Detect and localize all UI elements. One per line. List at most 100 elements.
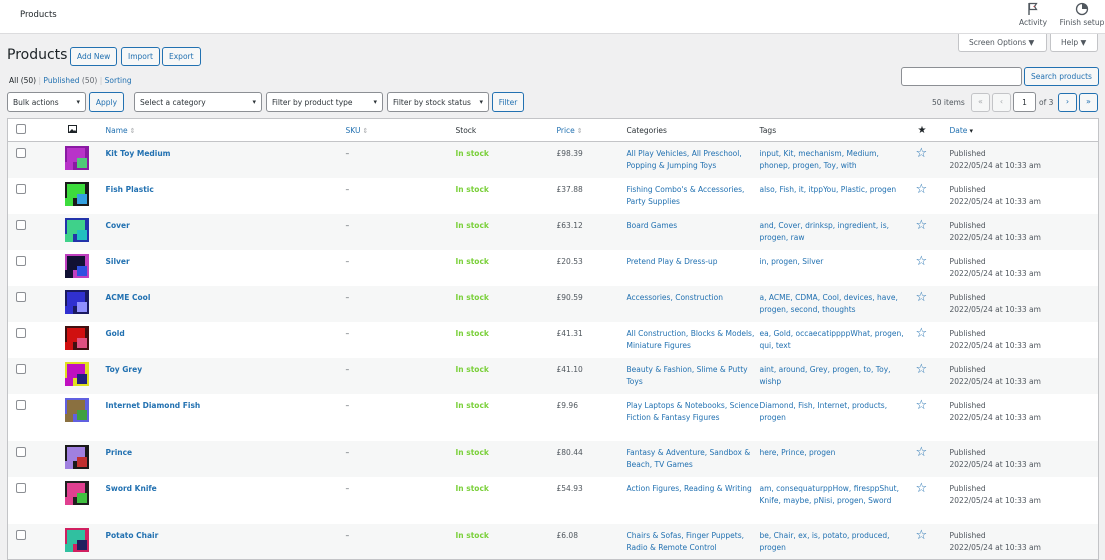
screen-options-button[interactable]: Screen Options ▼ xyxy=(958,34,1047,52)
category-links[interactable]: All Play Vehicles, All Preschool, Poppin… xyxy=(627,149,742,170)
row-checkbox[interactable] xyxy=(16,446,26,457)
row-checkbox[interactable] xyxy=(16,529,26,540)
product-thumbnail[interactable] xyxy=(64,217,89,242)
product-thumbnail[interactable] xyxy=(64,325,89,350)
product-name-link[interactable]: Sword Knife xyxy=(106,484,157,493)
row-checkbox[interactable] xyxy=(16,327,26,338)
star-outline-icon[interactable]: ☆ xyxy=(916,528,928,543)
current-page-input[interactable]: 1 xyxy=(1013,92,1036,112)
star-outline-icon[interactable]: ☆ xyxy=(916,445,928,460)
category-links[interactable]: Fantasy & Adventure, Sandbox & Beach, TV… xyxy=(627,448,751,469)
row-checkbox[interactable] xyxy=(16,219,26,230)
tag-links[interactable]: am, consequaturppHow, firesppShut, Knife… xyxy=(760,484,899,505)
tag-links[interactable]: also, Fish, it, itppYou, Plastic, progen xyxy=(760,185,897,194)
product-thumbnail[interactable] xyxy=(64,146,89,170)
product-name-link[interactable]: Gold xyxy=(106,329,125,338)
view-published[interactable]: Published (50) xyxy=(43,76,97,85)
product-name-link[interactable]: Prince xyxy=(106,448,133,457)
filter-button[interactable]: Filter xyxy=(492,92,524,112)
table-row[interactable]: Prince – In stock £80.44 Fantasy & Adventure… xyxy=(7,440,1099,477)
price-header[interactable]: Price ⇕ xyxy=(556,118,627,142)
product-name-link[interactable]: ACME Cool xyxy=(106,293,151,302)
help-button[interactable]: Help ▼ xyxy=(1050,34,1098,52)
row-checkbox[interactable] xyxy=(16,255,26,266)
product-thumbnail[interactable] xyxy=(64,289,89,314)
last-page-button[interactable]: » xyxy=(1079,93,1098,112)
row-checkbox[interactable] xyxy=(16,363,26,374)
sku-header[interactable]: SKU ⇕ xyxy=(345,118,456,142)
star-outline-icon[interactable]: ☆ xyxy=(916,326,928,341)
star-outline-icon[interactable]: ☆ xyxy=(916,146,928,161)
row-checkbox[interactable] xyxy=(16,183,26,194)
table-row[interactable]: Gold – In stock £41.31 All Construction, Blo… xyxy=(8,322,1099,358)
star-outline-icon[interactable]: ☆ xyxy=(916,362,928,377)
first-page-button[interactable]: « xyxy=(971,93,990,112)
table-row[interactable]: Kit Toy Medium – In stock £98.39 All Play Ve… xyxy=(7,141,1099,178)
tag-links[interactable]: input, Kit, mechanism, Medium, phonep, p… xyxy=(760,149,879,170)
star-outline-icon[interactable]: ☆ xyxy=(916,182,928,197)
product-thumbnail[interactable] xyxy=(64,253,89,278)
category-links[interactable]: All Construction, Blocks & Models, Minia… xyxy=(627,329,755,350)
tag-links[interactable]: here, Prince, progen xyxy=(760,448,836,457)
stock-status-select[interactable]: Filter by stock status ▾ xyxy=(387,92,489,112)
category-links[interactable]: Chairs & Sofas, Finger Puppets, Radio & … xyxy=(627,531,745,552)
product-name-link[interactable]: Potato Chair xyxy=(106,531,159,540)
name-sort-link[interactable]: Name xyxy=(106,126,128,135)
product-thumbnail[interactable] xyxy=(64,397,89,422)
search-input[interactable] xyxy=(901,67,1022,86)
add-new-button[interactable]: Add New xyxy=(70,47,118,66)
star-outline-icon[interactable]: ☆ xyxy=(916,254,928,269)
tag-links[interactable]: aint, around, Grey, progen, to, Toy, wis… xyxy=(760,365,891,386)
view-all[interactable]: All (50) xyxy=(9,76,36,85)
category-select[interactable]: Select a category ▾ xyxy=(134,92,262,112)
row-checkbox[interactable] xyxy=(16,482,26,493)
product-thumbnail[interactable] xyxy=(64,527,89,552)
view-sorting[interactable]: Sorting xyxy=(105,76,132,85)
row-checkbox[interactable] xyxy=(16,399,26,410)
table-row[interactable]: Fish Plastic – In stock £37.88 Fishing Combo… xyxy=(8,178,1099,214)
product-name-link[interactable]: Fish Plastic xyxy=(106,185,154,194)
category-links[interactable]: Board Games xyxy=(627,221,678,230)
category-links[interactable]: Pretend Play & Dress-up xyxy=(627,257,718,266)
apply-button[interactable]: Apply xyxy=(89,92,124,112)
product-thumbnail[interactable] xyxy=(64,361,89,386)
product-type-select[interactable]: Filter by product type ▾ xyxy=(266,92,383,112)
import-button[interactable]: Import xyxy=(121,47,160,66)
activity-button[interactable]: Activity xyxy=(1011,2,1055,27)
product-name-link[interactable]: Toy Grey xyxy=(106,365,143,374)
name-header[interactable]: Name ⇕ xyxy=(105,118,346,142)
table-row[interactable]: Sword Knife – In stock £54.93 Action Figures… xyxy=(8,477,1099,524)
price-sort-link[interactable]: Price xyxy=(557,126,575,135)
category-links[interactable]: Play Laptops & Notebooks, Science Fictio… xyxy=(627,401,759,422)
tag-links[interactable]: be, Chair, ex, is, potato, produced, pro… xyxy=(760,531,890,552)
star-outline-icon[interactable]: ☆ xyxy=(916,481,928,496)
search-products-button[interactable]: Search products xyxy=(1024,67,1099,86)
date-sort-link[interactable]: Date xyxy=(950,126,968,135)
category-links[interactable]: Action Figures, Reading & Writing xyxy=(627,484,752,493)
sku-sort-link[interactable]: SKU xyxy=(346,126,361,135)
tag-links[interactable]: Diamond, Fish, Internet, products, proge… xyxy=(760,401,888,422)
product-name-link[interactable]: Silver xyxy=(106,257,130,266)
tag-links[interactable]: and, Cover, drinksp, ingredient, is, pro… xyxy=(760,221,890,242)
table-row[interactable]: Cover – In stock £63.12 Board Games and, Cove… xyxy=(7,213,1099,250)
finish-setup-button[interactable]: Finish setup xyxy=(1058,2,1105,27)
next-page-button[interactable]: › xyxy=(1058,93,1077,112)
table-row[interactable]: Potato Chair – In stock £6.08 Chairs & Sofas… xyxy=(7,523,1099,560)
category-links[interactable]: Accessories, Construction xyxy=(627,293,723,302)
tag-links[interactable]: in, progen, Silver xyxy=(760,257,824,266)
table-row[interactable]: Toy Grey – In stock £41.10 Beauty & Fashion,… xyxy=(7,357,1099,394)
tag-links[interactable]: ea, Gold, occaecatippppWhat, progen, qui… xyxy=(760,329,904,350)
product-thumbnail[interactable] xyxy=(64,444,89,469)
star-outline-icon[interactable]: ☆ xyxy=(916,290,928,305)
tag-links[interactable]: a, ACME, CDMA, Cool, devices, have, prog… xyxy=(760,293,898,314)
bulk-actions-select[interactable]: Bulk actions ▾ xyxy=(7,92,86,112)
date-header[interactable]: Date ▾ xyxy=(949,118,1099,142)
product-thumbnail[interactable] xyxy=(64,480,89,505)
product-name-link[interactable]: Cover xyxy=(106,221,130,230)
table-row[interactable]: ACME Cool – In stock £90.59 Accessories, Con… xyxy=(7,285,1099,322)
row-checkbox[interactable] xyxy=(16,148,26,158)
table-row[interactable]: Internet Diamond Fish – In stock £9.96 Play … xyxy=(8,394,1099,441)
table-row[interactable]: Silver – In stock £20.53 Pretend Play & Dres… xyxy=(8,250,1099,286)
export-button[interactable]: Export xyxy=(162,47,201,66)
product-thumbnail[interactable] xyxy=(64,181,89,206)
